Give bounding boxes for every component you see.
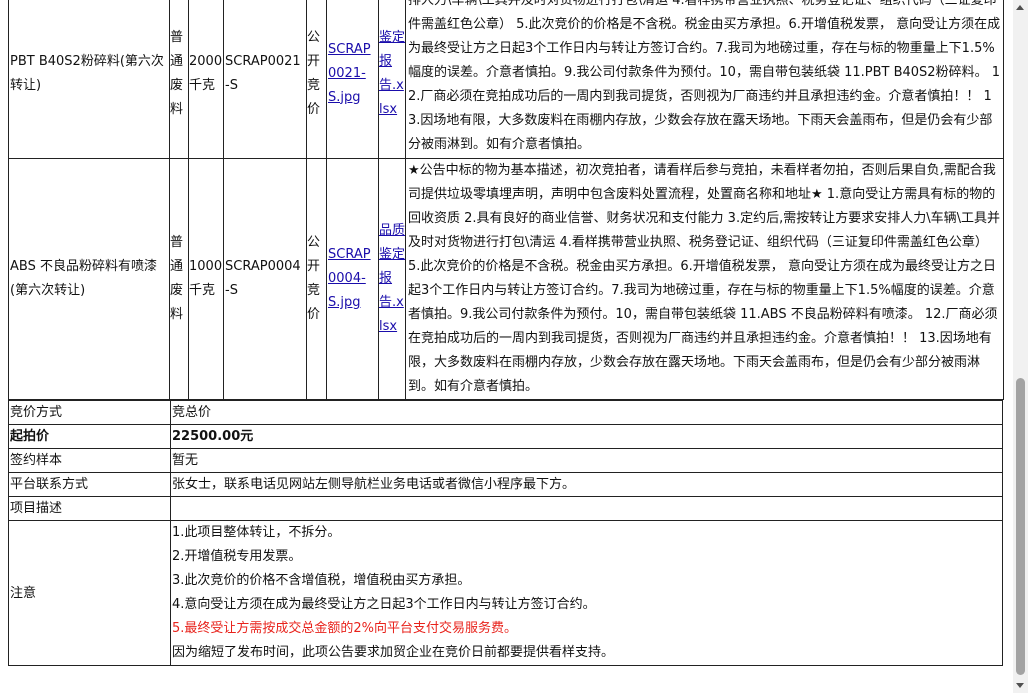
- contact-value: 张女士，联系电话见网站左侧导航栏业务电话或者微信小程序最下方。: [170, 472, 1003, 497]
- note-item: 2.开增值税专用发票。: [172, 549, 302, 564]
- contact-label: 平台联系方式: [8, 472, 171, 497]
- scroll-down-button[interactable]: [1013, 678, 1028, 693]
- note-item: 4.意向受让方须在成为最终受让方之日起3个工作日内与转让方签订合约。: [172, 597, 596, 612]
- project-desc-label: 项目描述: [8, 496, 171, 521]
- item-report-cell: 品质鉴定报告.xlsx: [378, 158, 406, 400]
- sample-value: 暂无: [170, 448, 1003, 473]
- item-name: ABS 不良品粉碎料有喷漆(第六次转让): [8, 158, 170, 400]
- page-content: PBT B40S2粉碎料(第六次转让) 普通废料 2000千克 SCRAP002…: [8, 0, 1004, 666]
- page-viewport: PBT B40S2粉碎料(第六次转让) 普通废料 2000千克 SCRAP002…: [0, 0, 1013, 693]
- triangle-down-icon: [1016, 683, 1024, 688]
- item-code: SCRAP0021-S: [223, 0, 307, 159]
- note-item: 因为缩短了发布时间，此项公告要求加贸企业在竞价日前都要提供看样支持。: [172, 645, 615, 660]
- project-desc-value: [170, 496, 1003, 521]
- sample-label: 签约样本: [8, 448, 171, 473]
- note-item: 3.此次竞价的价格不含增值税，增值税由买方承担。: [172, 573, 471, 588]
- item-quantity: 2000千克: [188, 0, 224, 159]
- info-row-bid-method: 竞价方式 竞总价: [8, 400, 1003, 425]
- notes-list: 1.此项目整体转让，不拆分。 2.开增值税专用发票。 3.此次竞价的价格不含增值…: [170, 520, 1003, 666]
- item-image-cell: SCRAP0004-S.jpg: [326, 158, 379, 400]
- info-row-sample: 签约样本 暂无: [8, 448, 1003, 473]
- info-table: 竞价方式 竞总价 起拍价 22500.00元 签约样本 暂无 平台联系方式 张女…: [8, 400, 1003, 666]
- note-item: 1.此项目整体转让，不拆分。: [172, 525, 341, 540]
- item-report-link[interactable]: 品质鉴定报告.xlsx: [379, 223, 405, 334]
- table-row: ABS 不良品粉碎料有喷漆(第六次转让) 普通废料 1000千克 SCRAP00…: [8, 158, 1004, 400]
- triangle-up-icon: [1016, 5, 1024, 10]
- info-row-contact: 平台联系方式 张女士，联系电话见网站左侧导航栏业务电话或者微信小程序最下方。: [8, 472, 1003, 497]
- bid-method-value: 竞总价: [170, 400, 1003, 425]
- item-description: 排人力\车辆\工具并及时对货物进行打包\清运 4.看样携带营业执照、税务登记证、…: [405, 0, 1004, 159]
- note-item-warning: 5.最终受让方需按成交总金额的2%向平台支付交易服务费。: [172, 621, 518, 636]
- vertical-scrollbar[interactable]: [1013, 0, 1028, 693]
- notes-label: 注意: [8, 520, 171, 666]
- item-category: 普通废料: [169, 158, 189, 400]
- item-description: ★公告中标的物为基本描述，初次竞拍者，请看样后参与竞拍，未看样者勿拍，否则后果自…: [405, 158, 1004, 400]
- item-method: 公开竞价: [306, 0, 327, 159]
- item-image-link[interactable]: SCRAP0004-S.jpg: [328, 247, 371, 310]
- info-row-project-desc: 项目描述: [8, 496, 1003, 521]
- item-category: 普通废料: [169, 0, 189, 159]
- start-price-label: 起拍价: [8, 424, 171, 449]
- item-report-cell: 鉴定报告.xlsx: [378, 0, 406, 159]
- item-name: PBT B40S2粉碎料(第六次转让): [8, 0, 170, 159]
- scroll-up-button[interactable]: [1013, 0, 1028, 15]
- item-image-link[interactable]: SCRAP0021-S.jpg: [328, 42, 371, 105]
- item-quantity: 1000千克: [188, 158, 224, 400]
- bid-method-label: 竞价方式: [8, 400, 171, 425]
- item-method: 公开竞价: [306, 158, 327, 400]
- item-image-cell: SCRAP0021-S.jpg: [326, 0, 379, 159]
- table-row: PBT B40S2粉碎料(第六次转让) 普通废料 2000千克 SCRAP002…: [8, 0, 1004, 159]
- start-price-value: 22500.00元: [170, 424, 1003, 449]
- info-row-start-price: 起拍价 22500.00元: [8, 424, 1003, 449]
- scrollbar-thumb[interactable]: [1016, 378, 1025, 675]
- item-report-link[interactable]: 鉴定报告.xlsx: [379, 30, 405, 117]
- items-table: PBT B40S2粉碎料(第六次转让) 普通废料 2000千克 SCRAP002…: [8, 0, 1004, 400]
- item-code: SCRAP0004-S: [223, 158, 307, 400]
- info-row-notes: 注意 1.此项目整体转让，不拆分。 2.开增值税专用发票。 3.此次竞价的价格不…: [8, 520, 1003, 666]
